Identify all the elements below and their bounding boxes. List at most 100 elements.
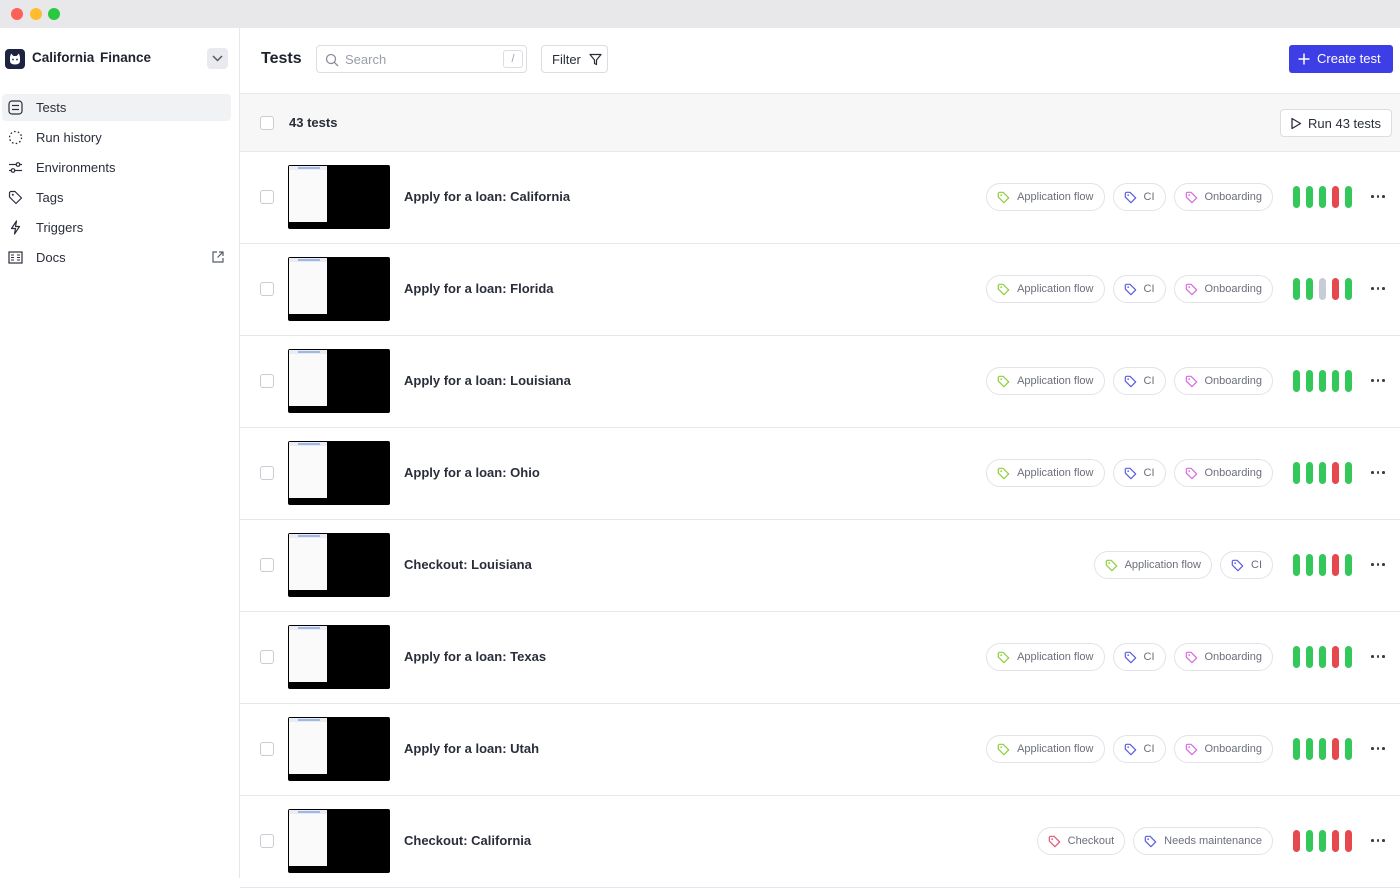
test-name[interactable]: Apply for a loan: Louisiana (404, 373, 571, 388)
test-list: Apply for a loan: California Application … (240, 152, 1400, 888)
sidebar: California Finance Tests Run history Env… (0, 28, 240, 878)
tests-summary-bar: 43 tests Run 43 tests (240, 94, 1400, 152)
sidebar-item-triggers[interactable]: Triggers (2, 214, 231, 241)
tag-chip[interactable]: Checkout (1036, 827, 1126, 855)
more-options-icon[interactable] (1371, 741, 1385, 755)
more-options-icon[interactable] (1371, 649, 1385, 663)
tag-chip[interactable]: Needs maintenance (1133, 827, 1273, 855)
search-box[interactable]: / (316, 45, 527, 73)
create-test-button[interactable]: Create test (1289, 45, 1393, 73)
test-thumbnail[interactable] (288, 441, 390, 505)
minimize-window-button[interactable] (30, 8, 42, 20)
list-icon (8, 100, 23, 115)
test-thumbnail[interactable] (288, 533, 390, 597)
tag-chip[interactable]: Onboarding (1173, 183, 1273, 211)
row-checkbox[interactable] (260, 466, 274, 480)
sidebar-item-run-history[interactable]: Run history (2, 124, 231, 151)
test-row[interactable]: Checkout: Louisiana Application flow CI (240, 520, 1400, 612)
tag-label: Onboarding (1204, 191, 1263, 203)
tag-chip[interactable]: Onboarding (1173, 643, 1273, 671)
run-status-pass (1319, 370, 1326, 392)
tag-chip[interactable]: Application flow (986, 735, 1105, 763)
test-thumbnail[interactable] (288, 349, 390, 413)
tag-chip[interactable]: Application flow (986, 183, 1105, 211)
run-all-tests-button[interactable]: Run 43 tests (1280, 109, 1392, 137)
tag-icon (1124, 651, 1136, 664)
tag-chip[interactable]: Onboarding (1173, 275, 1273, 303)
tag-chip[interactable]: CI (1220, 551, 1273, 579)
tag-chip[interactable]: Onboarding (1173, 735, 1273, 763)
tag-label: CI (1251, 559, 1262, 571)
tag-chip[interactable]: CI (1112, 643, 1166, 671)
test-row[interactable]: Apply for a loan: Florida Application flo… (240, 244, 1400, 336)
test-row[interactable]: Apply for a loan: Utah Application flow CI… (240, 704, 1400, 796)
run-status-pass (1306, 646, 1313, 668)
tag-chip[interactable]: CI (1112, 275, 1166, 303)
test-name[interactable]: Checkout: Louisiana (404, 557, 532, 572)
row-checkbox[interactable] (260, 558, 274, 572)
test-name[interactable]: Apply for a loan: Texas (404, 649, 546, 664)
tag-icon (1124, 743, 1136, 756)
more-options-icon[interactable] (1371, 189, 1385, 203)
select-all-checkbox[interactable] (260, 116, 274, 130)
tag-icon (997, 191, 1010, 204)
run-status-fail (1332, 554, 1339, 576)
tag-chip[interactable]: CI (1112, 735, 1166, 763)
row-checkbox[interactable] (260, 742, 274, 756)
plus-icon (1298, 53, 1310, 65)
tag-chip[interactable]: CI (1112, 367, 1166, 395)
tag-chip[interactable]: CI (1112, 459, 1166, 487)
more-options-icon[interactable] (1371, 557, 1385, 571)
test-name[interactable]: Apply for a loan: California (404, 189, 570, 204)
test-name[interactable]: Apply for a loan: Utah (404, 741, 539, 756)
test-row[interactable]: Apply for a loan: Ohio Application flow CI… (240, 428, 1400, 520)
test-thumbnail[interactable] (288, 717, 390, 781)
filter-button[interactable]: Filter (541, 45, 608, 73)
tag-label: Application flow (1017, 651, 1094, 663)
external-link-icon[interactable] (211, 250, 225, 264)
close-window-button[interactable] (11, 8, 23, 20)
test-row[interactable]: Apply for a loan: Louisiana Application f… (240, 336, 1400, 428)
test-thumbnail[interactable] (288, 257, 390, 321)
org-switcher[interactable]: California Finance (0, 28, 239, 90)
row-checkbox[interactable] (260, 282, 274, 296)
test-name[interactable]: Checkout: California (404, 833, 531, 848)
more-options-icon[interactable] (1371, 833, 1385, 847)
test-thumbnail[interactable] (288, 809, 390, 873)
tag-chip[interactable]: Application flow (986, 275, 1105, 303)
tag-label: CI (1143, 375, 1155, 387)
test-row[interactable]: Checkout: California Checkout Needs mainte… (240, 796, 1400, 888)
test-name[interactable]: Apply for a loan: Florida (404, 281, 554, 296)
tag-chip[interactable]: Onboarding (1173, 459, 1273, 487)
tag-icon (1185, 283, 1197, 296)
tag-chip[interactable]: Onboarding (1173, 367, 1273, 395)
tag-chip[interactable]: Application flow (986, 367, 1105, 395)
test-row[interactable]: Apply for a loan: Texas Application flow C… (240, 612, 1400, 704)
tag-chip[interactable]: Application flow (986, 643, 1105, 671)
more-options-icon[interactable] (1371, 465, 1385, 479)
test-tags: Application flow CI Onboarding (986, 643, 1273, 671)
sidebar-item-tags[interactable]: Tags (2, 184, 231, 211)
tag-icon (1105, 559, 1117, 572)
test-name[interactable]: Apply for a loan: Ohio (404, 465, 540, 480)
test-thumbnail[interactable] (288, 165, 390, 229)
row-checkbox[interactable] (260, 834, 274, 848)
sidebar-item-docs[interactable]: Docs (2, 244, 231, 271)
search-input[interactable] (345, 50, 495, 68)
org-dropdown-toggle[interactable] (207, 48, 228, 69)
sidebar-item-environments[interactable]: Environments (2, 154, 231, 181)
test-thumbnail[interactable] (288, 625, 390, 689)
tag-chip[interactable]: Application flow (986, 459, 1105, 487)
row-checkbox[interactable] (260, 650, 274, 664)
tag-chip[interactable]: CI (1112, 183, 1166, 211)
row-checkbox[interactable] (260, 190, 274, 204)
test-row[interactable]: Apply for a loan: California Application … (240, 152, 1400, 244)
tag-label: Application flow (1124, 559, 1201, 571)
row-checkbox[interactable] (260, 374, 274, 388)
more-options-icon[interactable] (1371, 373, 1385, 387)
sidebar-item-tests[interactable]: Tests (2, 94, 231, 121)
zoom-window-button[interactable] (48, 8, 60, 20)
more-options-icon[interactable] (1371, 281, 1385, 295)
tag-chip[interactable]: Application flow (1093, 551, 1212, 579)
test-tags: Application flow CI Onboarding (986, 367, 1273, 395)
